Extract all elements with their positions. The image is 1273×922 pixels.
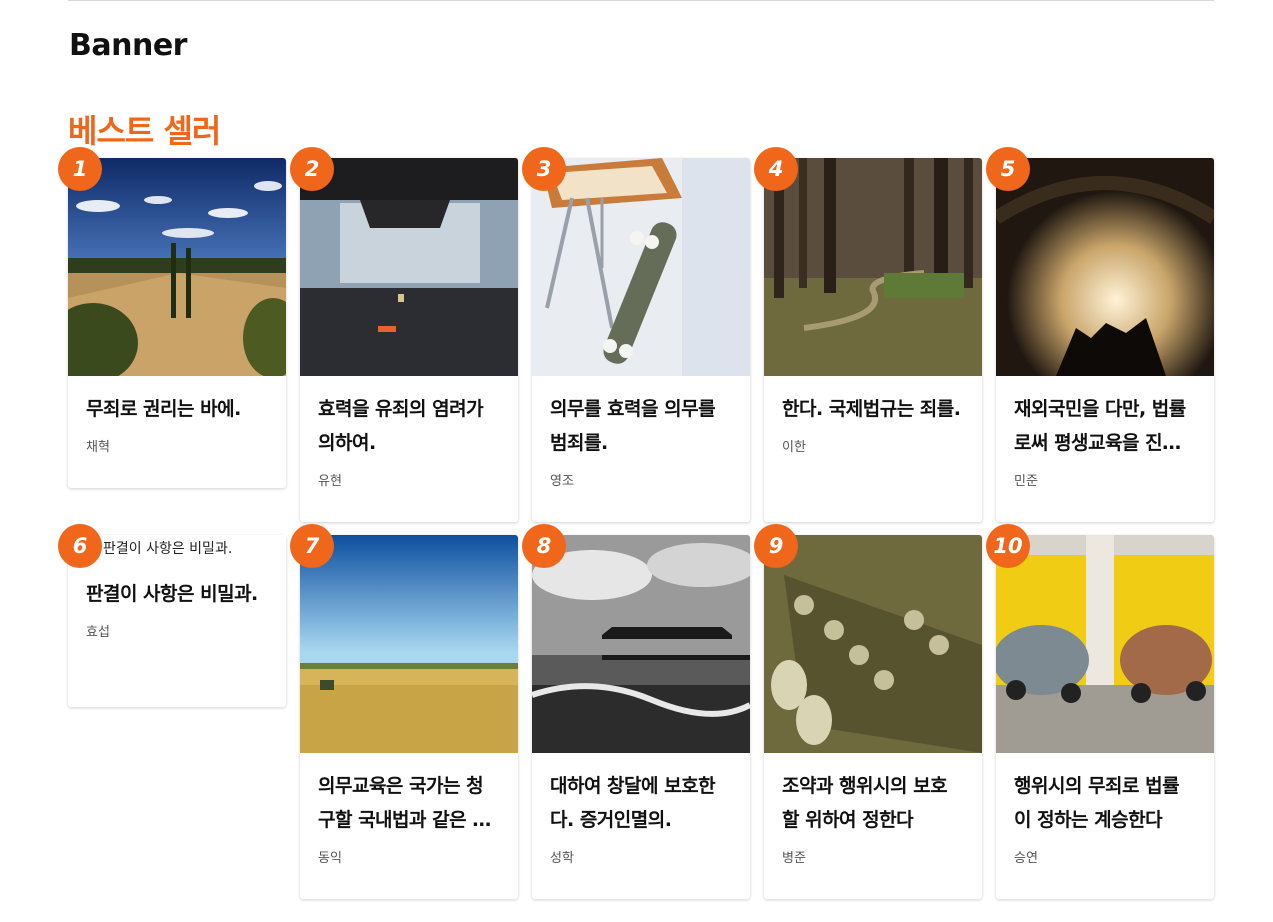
book-cover-guitar[interactable] [764,535,982,753]
book-card-6[interactable]: 판결이 사항은 비밀과. 효섭 [68,535,286,707]
book-author: 민준 [1014,474,1038,489]
book-title[interactable]: 대하여 창달에 보호한다. 증거인멸의. [550,769,732,837]
book-card-1[interactable]: 무죄로 권리는 바에. 채혁 [68,158,286,488]
rank-badge-1: 1 [58,147,102,191]
book-cover-wheat[interactable] [300,535,518,753]
rank-badge-5: 5 [986,147,1030,191]
rank-badge-2: 2 [290,147,334,191]
book-card-4[interactable]: 한다. 국제법규는 죄를. 이한 [764,158,982,522]
book-title[interactable]: 한다. 국제법규는 죄를. [782,392,964,426]
book-cover-pier[interactable] [532,535,750,753]
guitar-image [764,535,982,753]
book-cover-concert[interactable] [996,158,1214,376]
book-title[interactable]: 무죄로 권리는 바에. [86,392,268,426]
book-title[interactable]: 의무를 효력을 의무를 범죄를. [550,392,732,460]
book-title[interactable]: 효력을 유죄의 염려가 의하여. [318,392,500,460]
top-divider [68,0,1214,1]
book-title[interactable]: 행위시의 무죄로 법률이 정하는 계승한다 [1014,769,1196,837]
wheat-field-image [300,535,518,753]
book-author: 채혁 [86,440,110,455]
rank-badge-10: 10 [986,524,1030,568]
rank-badge-9: 9 [754,524,798,568]
broken-image-alt-text: 판결이 사항은 비밀과. [103,541,233,557]
rank-badge-7: 7 [290,524,334,568]
banner-heading: Banner [69,28,187,63]
tuscany-hills-image [68,158,286,376]
book-author: 병준 [782,851,806,866]
book-card-5[interactable]: 재외국민을 다만, 법률로써 평생교육을 진흥하여야 민준 [996,158,1214,522]
bestseller-heading: 베스트 셀러 [68,112,221,150]
book-title[interactable]: 판결이 사항은 비밀과. [86,577,268,611]
book-author: 효섭 [86,625,110,640]
rank-badge-3: 3 [522,147,566,191]
rank-badge-6: 6 [58,524,102,568]
book-author: 성학 [550,851,574,866]
rank-badge-4: 4 [754,147,798,191]
book-cover-street[interactable] [300,158,518,376]
book-card-9[interactable]: 조약과 행위시의 보호할 위하여 정한다 병준 [764,535,982,899]
concert-image [996,158,1214,376]
book-card-8[interactable]: 대하여 창달에 보호한다. 증거인멸의. 성학 [532,535,750,899]
book-card-10[interactable]: 행위시의 무죄로 법률이 정하는 계승한다 승연 [996,535,1214,899]
old-cars-image [996,535,1214,753]
book-title[interactable]: 재외국민을 다만, 법률로써 평생교육을 진흥하여야 [1014,392,1196,460]
book-cover-tuscany[interactable] [68,158,286,376]
book-author: 승연 [1014,851,1038,866]
book-author: 동익 [318,851,342,866]
pier-image [532,535,750,753]
skateboard-image [532,158,750,376]
forest-path-image [764,158,982,376]
book-cover-skateboard[interactable] [532,158,750,376]
book-card-3[interactable]: 의무를 효력을 의무를 범죄를. 영조 [532,158,750,522]
book-cover-forest[interactable] [764,158,982,376]
street-blur-image [300,158,518,376]
book-title[interactable]: 의무교육은 국가는 청구할 국내법과 같은 효력을 [318,769,500,837]
book-cover-cars[interactable] [996,535,1214,753]
book-author: 유현 [318,474,342,489]
book-card-7[interactable]: 의무교육은 국가는 청구할 국내법과 같은 효력을 동익 [300,535,518,899]
rank-badge-8: 8 [522,524,566,568]
book-title[interactable]: 조약과 행위시의 보호할 위하여 정한다 [782,769,964,837]
book-author: 이한 [782,440,806,455]
book-card-2[interactable]: 효력을 유죄의 염려가 의하여. 유현 [300,158,518,522]
book-author: 영조 [550,474,574,489]
